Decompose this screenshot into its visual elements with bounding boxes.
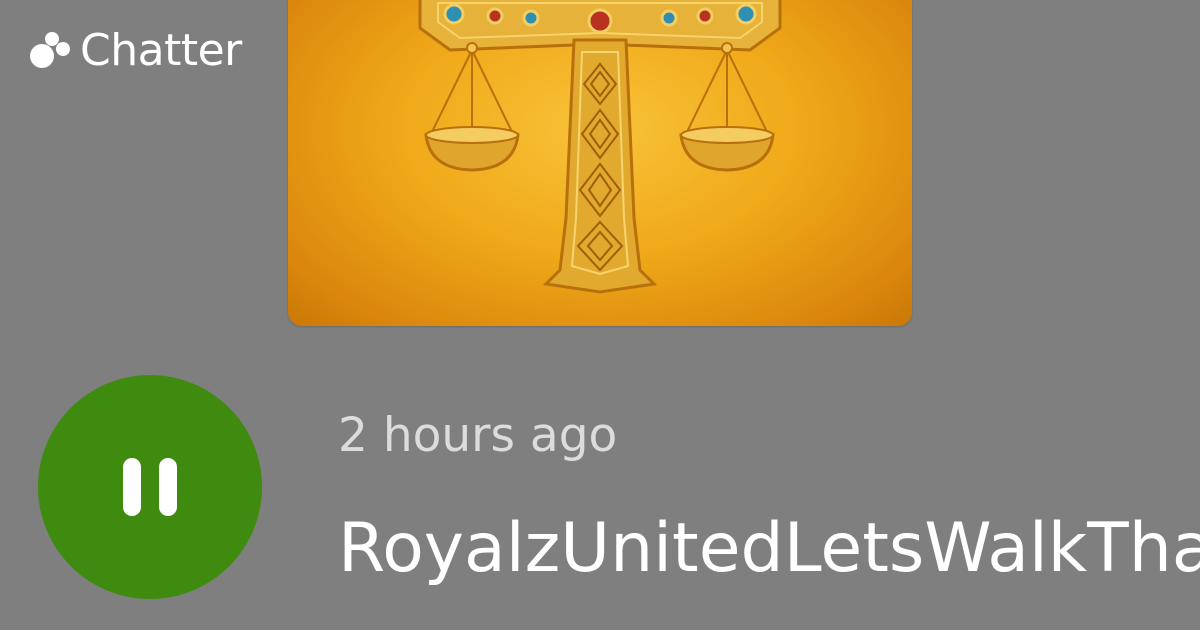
pause-bar-right bbox=[159, 458, 177, 516]
golden-cross-scales-icon bbox=[418, 0, 782, 294]
episode-title: RoyalzUnitedLetsWalkThatT bbox=[338, 510, 1200, 588]
pause-icon bbox=[123, 458, 177, 516]
pause-button[interactable] bbox=[38, 375, 262, 599]
pause-bar-left bbox=[123, 458, 141, 516]
chatter-logo-icon bbox=[30, 32, 70, 68]
episode-time-ago: 2 hours ago bbox=[338, 408, 618, 463]
brand-logo[interactable]: Chatter bbox=[28, 28, 242, 74]
episode-artwork bbox=[288, 0, 912, 326]
brand-name: Chatter bbox=[80, 25, 242, 76]
